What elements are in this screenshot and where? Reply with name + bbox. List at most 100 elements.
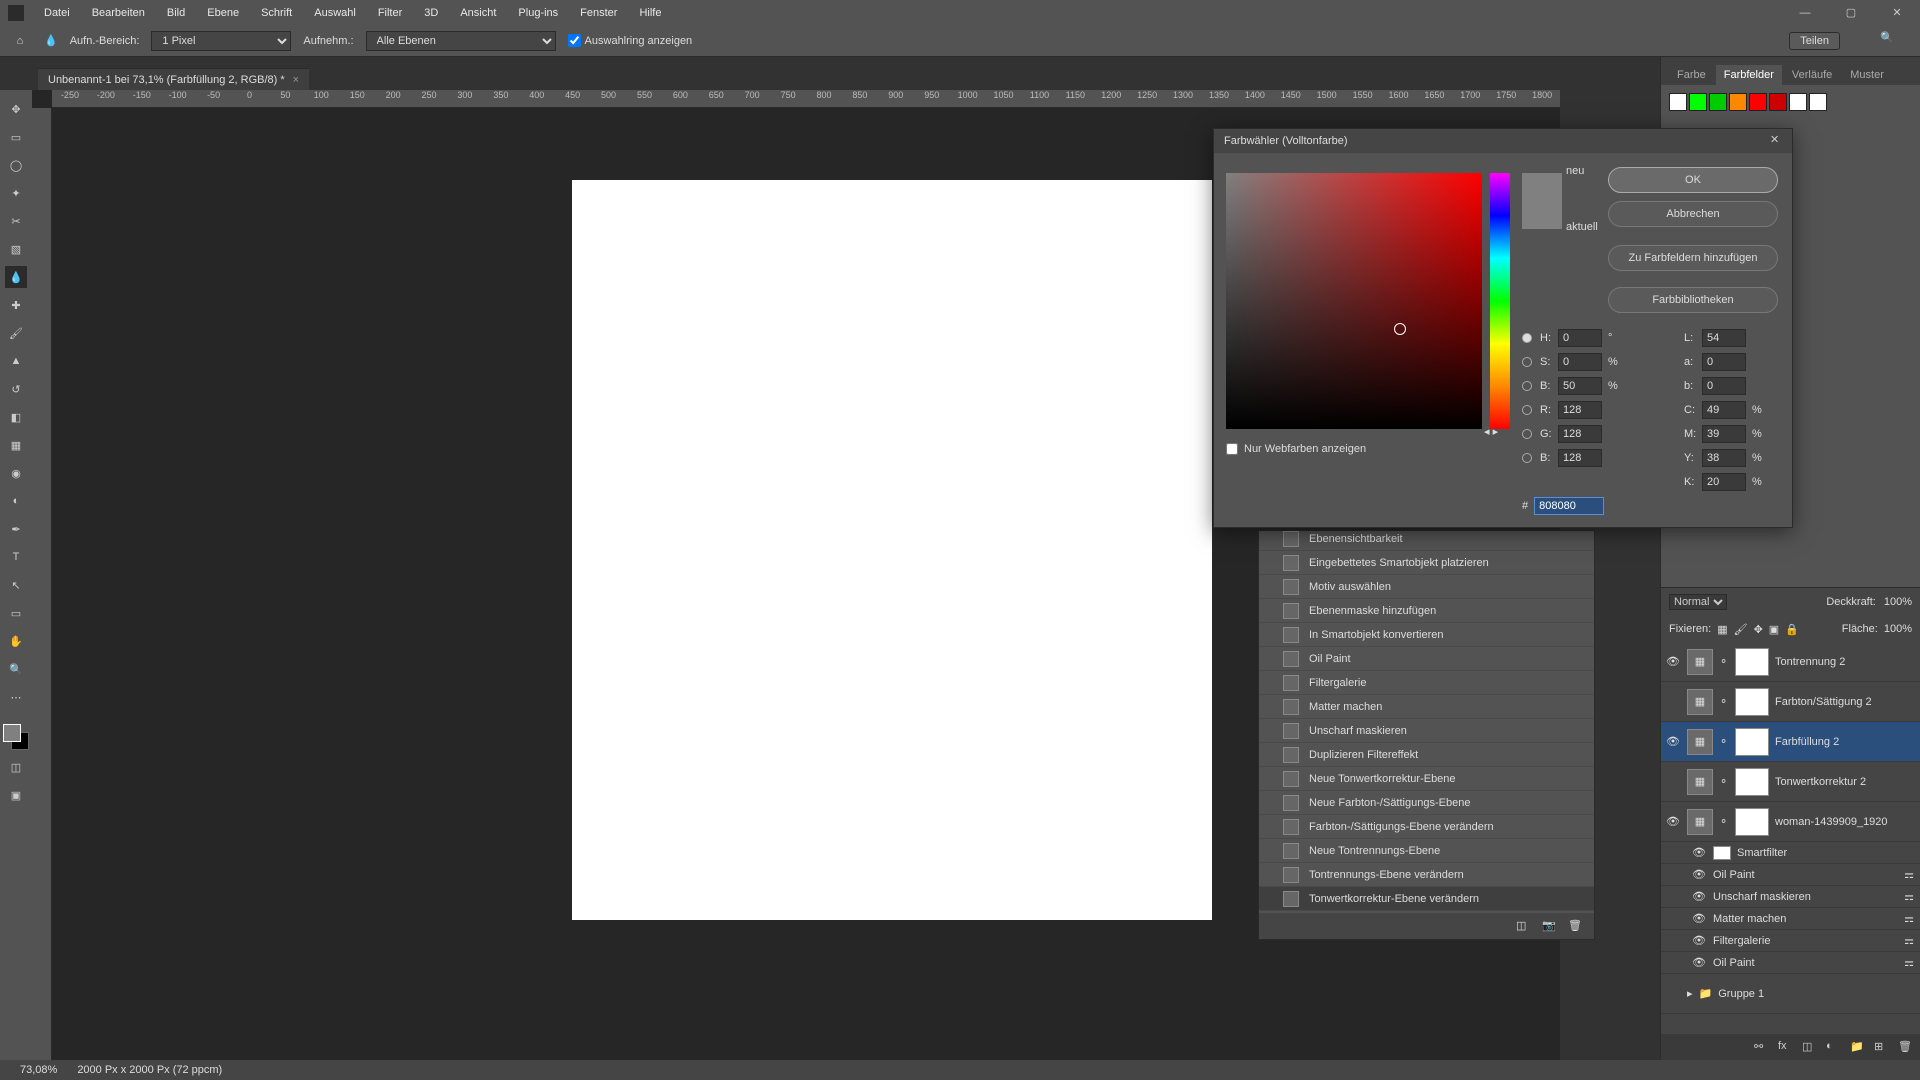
mask-thumbnail[interactable] [1735,648,1769,676]
mask-thumbnail[interactable] [1735,728,1769,756]
minimize-icon[interactable]: — [1782,0,1828,25]
lock-pixels-icon[interactable]: 🖌 [1734,623,1748,636]
bv-radio[interactable] [1522,381,1532,391]
menu-hilfe[interactable]: Hilfe [629,3,671,23]
smartfilter-header[interactable]: 👁Smartfilter [1661,842,1920,864]
maximize-icon[interactable]: ▢ [1828,0,1874,25]
visibility-icon[interactable]: 👁 [1691,846,1707,859]
eraser-tool-icon[interactable]: ◧ [5,406,27,428]
quickmask-icon[interactable]: ◫ [5,756,27,778]
history-item[interactable]: Unscharf maskieren [1259,719,1594,743]
menu-plugins[interactable]: Plug-ins [508,3,568,23]
cancel-button[interactable]: Abbrechen [1608,201,1778,227]
delete-state-icon[interactable]: 🗑 [1568,919,1582,933]
g-radio[interactable] [1522,429,1532,439]
filter-options-icon[interactable]: ⚎ [1904,956,1914,969]
menu-3d[interactable]: 3D [414,3,448,23]
h-radio[interactable] [1522,333,1532,343]
history-item[interactable]: Ebenensichtbarkeit [1259,531,1594,551]
k-input[interactable] [1702,473,1746,491]
l-input[interactable] [1702,329,1746,347]
gradient-tool-icon[interactable]: ▦ [5,434,27,456]
menu-filter[interactable]: Filter [368,3,412,23]
smartfilter-item[interactable]: 👁Unscharf maskieren⚎ [1661,886,1920,908]
history-item[interactable]: Eingebettetes Smartobjekt platzieren [1259,551,1594,575]
lock-all-icon[interactable]: 🔒 [1785,623,1799,636]
zoom-level[interactable]: 73,08% [20,1064,57,1076]
share-button[interactable]: Teilen [1789,32,1840,50]
eyedropper-tool-icon[interactable]: 💧 [44,34,58,47]
history-item[interactable]: Neue Tontrennungs-Ebene [1259,839,1594,863]
tab-muster[interactable]: Muster [1842,65,1892,85]
layer-row[interactable]: 👁▦⚬Tontrennung 2 [1661,642,1920,682]
swatch[interactable] [1669,93,1687,111]
g-input[interactable] [1558,425,1602,443]
s-radio[interactable] [1522,357,1532,367]
mask-thumbnail[interactable] [1735,688,1769,716]
adjustment-layer-icon[interactable]: ◐ [1826,1040,1840,1054]
web-colors-checkbox[interactable]: Nur Webfarben anzeigen [1226,443,1366,455]
menu-bild[interactable]: Bild [157,3,195,23]
layer-group[interactable]: ▸📁Gruppe 1 [1661,974,1920,1014]
crop-tool-icon[interactable]: ✂ [5,210,27,232]
menu-fenster[interactable]: Fenster [570,3,627,23]
layer-name[interactable]: Tontrennung 2 [1775,656,1845,668]
c-input[interactable] [1702,401,1746,419]
layer-row[interactable]: 👁▦⚬Farbfüllung 2 [1661,722,1920,762]
r-input[interactable] [1558,401,1602,419]
swatch[interactable] [1789,93,1807,111]
wand-tool-icon[interactable]: ✦ [5,182,27,204]
pen-tool-icon[interactable]: ✒ [5,518,27,540]
dialog-close-icon[interactable]: ✕ [1770,133,1786,149]
visibility-icon[interactable]: 👁 [1691,890,1707,903]
swatch[interactable] [1689,93,1707,111]
a-input[interactable] [1702,353,1746,371]
new-layer-icon[interactable]: ⊞ [1874,1040,1888,1054]
new-document-from-state-icon[interactable]: ◫ [1516,919,1530,933]
history-item[interactable]: Farbton-/Sättigungs-Ebene verändern [1259,815,1594,839]
menu-auswahl[interactable]: Auswahl [304,3,366,23]
filter-options-icon[interactable]: ⚎ [1904,912,1914,925]
menu-ansicht[interactable]: Ansicht [450,3,506,23]
smartfilter-item[interactable]: 👁Matter machen⚎ [1661,908,1920,930]
document-tab[interactable]: Unbenannt-1 bei 73,1% (Farbfüllung 2, RG… [38,68,309,90]
blend-mode-select[interactable]: Normal [1669,594,1727,610]
home-icon[interactable]: ⌂ [8,29,32,53]
history-item[interactable]: Ebenenmaske hinzufügen [1259,599,1594,623]
layer-name[interactable]: Farbton/Sättigung 2 [1775,696,1872,708]
tab-verlaeufe[interactable]: Verläufe [1784,65,1840,85]
smartfilter-item[interactable]: 👁Filtergalerie⚎ [1661,930,1920,952]
hue-slider[interactable]: ◂ ▸ [1490,173,1510,429]
shape-tool-icon[interactable]: ▭ [5,602,27,624]
mask-thumbnail[interactable] [1735,768,1769,796]
sample-size-select[interactable]: 1 Pixel [151,31,291,51]
visibility-icon[interactable]: 👁 [1665,655,1681,668]
smartfilter-item[interactable]: 👁Oil Paint⚎ [1661,864,1920,886]
history-item[interactable]: Tonwertkorrektur-Ebene verändern [1259,887,1594,911]
path-select-tool-icon[interactable]: ↖ [5,574,27,596]
visibility-icon[interactable]: 👁 [1691,956,1707,969]
layer-name[interactable]: Tonwertkorrektur 2 [1775,776,1866,788]
close-icon[interactable]: ✕ [1874,0,1920,25]
new-snapshot-icon[interactable]: 📷 [1542,919,1556,933]
type-tool-icon[interactable]: T [5,546,27,568]
move-tool-icon[interactable]: ✥ [5,98,27,120]
layers-list[interactable]: 👁▦⚬Tontrennung 2▦⚬Farbton/Sättigung 2👁▦⚬… [1661,642,1920,1034]
ok-button[interactable]: OK [1608,167,1778,193]
visibility-icon[interactable]: 👁 [1691,868,1707,881]
document-tab-close-icon[interactable]: × [293,74,299,86]
add-to-swatches-button[interactable]: Zu Farbfeldern hinzufügen [1608,245,1778,271]
brush-tool-icon[interactable]: 🖌 [5,322,27,344]
layer-mask-icon[interactable]: ◫ [1802,1040,1816,1054]
hue-slider-handle[interactable]: ◂ ▸ [1484,425,1516,433]
visibility-icon[interactable]: 👁 [1691,934,1707,947]
history-item[interactable]: In Smartobjekt konvertieren [1259,623,1594,647]
layer-row[interactable]: ▦⚬Farbton/Sättigung 2 [1661,682,1920,722]
screenmode-icon[interactable]: ▣ [5,784,27,806]
hex-input[interactable] [1534,497,1604,515]
current-color-swatch[interactable] [1522,201,1562,229]
menu-schrift[interactable]: Schrift [251,3,302,23]
lasso-tool-icon[interactable]: ◯ [5,154,27,176]
history-item[interactable]: Neue Tonwertkorrektur-Ebene [1259,767,1594,791]
marquee-tool-icon[interactable]: ▭ [5,126,27,148]
